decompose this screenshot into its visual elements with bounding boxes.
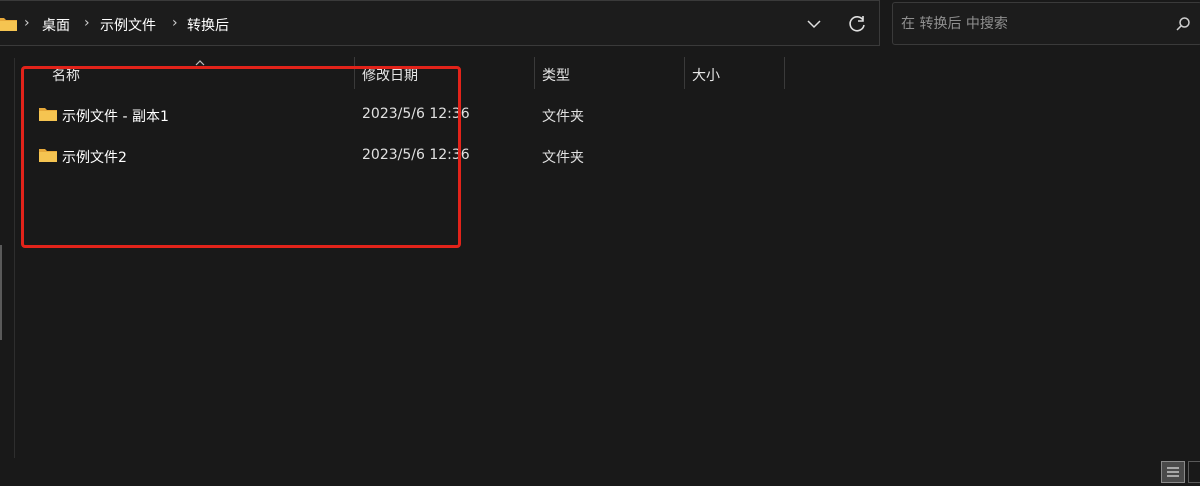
file-type: 文件夹 — [542, 109, 584, 125]
search-icon[interactable] — [1175, 16, 1191, 36]
refresh-icon[interactable] — [846, 13, 868, 35]
address-bar[interactable]: › 桌面 › 示例文件 › 转换后 — [0, 0, 880, 46]
chevron-down-icon[interactable] — [805, 15, 825, 33]
column-type-label: 类型 — [542, 68, 570, 84]
file-type: 文件夹 — [542, 150, 584, 166]
annotation-highlight-box — [21, 66, 461, 248]
details-view-icon — [1167, 467, 1179, 477]
column-header-type[interactable]: 类型 — [535, 56, 684, 90]
chevron-right-icon[interactable]: › — [172, 15, 178, 31]
column-header-size[interactable]: 大小 — [685, 56, 784, 90]
chevron-right-icon: › — [24, 15, 30, 31]
column-divider[interactable] — [784, 57, 785, 89]
status-bar — [0, 458, 1200, 480]
folder-icon — [0, 16, 18, 36]
search-input[interactable] — [901, 13, 1161, 35]
scrollbar-thumb[interactable] — [0, 245, 2, 340]
breadcrumb-converted[interactable]: 转换后 — [187, 15, 229, 35]
breadcrumb-sample-files[interactable]: 示例文件 — [100, 15, 156, 35]
column-size-label: 大小 — [692, 68, 720, 84]
pane-divider — [14, 58, 15, 458]
breadcrumb-desktop[interactable]: 桌面 — [42, 15, 70, 35]
search-box[interactable] — [892, 2, 1200, 45]
chevron-right-icon[interactable]: › — [84, 15, 90, 31]
